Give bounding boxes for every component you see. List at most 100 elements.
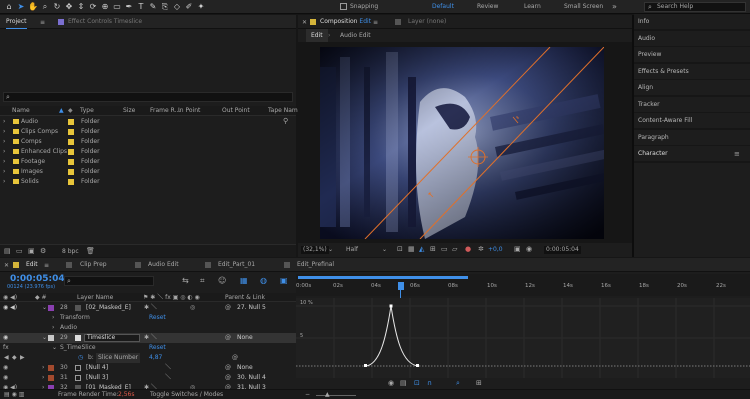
col-size[interactable]: Size — [123, 106, 135, 116]
property-row-transform[interactable]: › Transform Reset — [0, 313, 296, 323]
transform-box-icon[interactable]: ⊡ — [414, 379, 420, 387]
timeline-search-input[interactable]: ⌕ — [64, 276, 154, 286]
graph-type-icon[interactable]: ▤ — [400, 379, 407, 387]
graph-editor[interactable]: 10 % 5 — [296, 298, 750, 378]
subtab-audio-edit[interactable]: Audio Edit — [340, 29, 371, 42]
workspace-default[interactable]: Default — [432, 0, 454, 14]
toggle-switches-button[interactable]: Toggle Switches / Modes — [150, 391, 223, 398]
tab-audio-edit[interactable]: Audio Edit — [148, 258, 179, 272]
tab-clip-prep[interactable]: Clip Prep — [80, 258, 107, 272]
list-item[interactable]: › Audio Folder — [0, 117, 296, 127]
delete-icon[interactable]: 🗑 — [86, 247, 95, 255]
sidebar-item-info[interactable]: Info — [634, 14, 750, 30]
reset-link[interactable]: Reset — [149, 313, 166, 323]
workspace-small-screen[interactable]: Small Screen — [564, 0, 603, 14]
layer-name[interactable]: [Null 3] — [86, 373, 108, 383]
switch-icons[interactable]: ✱ ＼ — [144, 303, 157, 313]
sort-icon[interactable]: ▲ — [59, 106, 64, 116]
expand-icon[interactable]: › — [3, 127, 5, 137]
snap-icon[interactable]: ∩ — [427, 379, 432, 387]
transparency-grid-icon[interactable]: ▦ — [408, 245, 415, 253]
expand-icon[interactable]: › — [52, 323, 54, 333]
sidebar-item-tracker[interactable]: Tracker — [634, 97, 750, 113]
sidebar-item-content-aware-fill[interactable]: Content-Aware Fill — [634, 113, 750, 129]
pan-behind-tool-icon[interactable]: ⊕ — [100, 2, 110, 12]
expand-icon[interactable]: ⌄ — [42, 303, 47, 313]
timeline-timecode[interactable]: 0:00:05:04 — [10, 274, 65, 284]
col-layer-name[interactable]: Layer Name — [77, 293, 113, 302]
pan-tool-icon[interactable]: ✥ — [64, 2, 74, 12]
comp-timecode[interactable]: 0:00:05:04 — [544, 246, 581, 254]
puppet-tool-icon[interactable]: ✦ — [196, 2, 206, 12]
next-keyframe-icon[interactable]: ▶ — [20, 353, 25, 363]
bpc-label[interactable]: 8 bpc — [62, 248, 79, 255]
snapshot-icon[interactable]: ▣ — [514, 245, 521, 253]
dolly-tool-icon[interactable]: ⇕ — [76, 2, 86, 12]
channel-icon[interactable]: ● — [465, 245, 471, 253]
fx-icon[interactable]: fx — [3, 343, 9, 353]
fit-selection-icon[interactable]: ⌕ — [456, 379, 460, 388]
more-workspaces-icon[interactable]: » — [612, 0, 617, 14]
sidebar-item-paragraph[interactable]: Paragraph — [634, 130, 750, 146]
switch-icons[interactable]: ＼ — [165, 373, 171, 383]
frame-blending-icon[interactable]: ▦ — [240, 276, 248, 285]
pickwhip-icon[interactable]: @ — [225, 303, 231, 313]
work-area-bar[interactable] — [298, 276, 468, 279]
fit-all-icon[interactable]: ⊞ — [476, 379, 482, 387]
col-parent[interactable]: Parent & Link — [225, 293, 265, 302]
workspace-learn[interactable]: Learn — [524, 0, 541, 14]
pickwhip-icon[interactable]: @ — [225, 363, 231, 373]
tab-edit-part-01[interactable]: Edit_Part_01 — [218, 258, 255, 272]
hand-tool-icon[interactable]: ✋ — [28, 2, 38, 12]
col-tape-name[interactable]: Tape Nam — [268, 106, 298, 116]
zoom-out-icon[interactable]: − — [305, 391, 310, 398]
list-item[interactable]: › Images Folder — [0, 167, 296, 177]
panel-menu-icon[interactable]: ≡ — [40, 19, 45, 26]
expand-icon[interactable]: › — [3, 137, 5, 147]
draft-3d-icon[interactable]: ⌗ — [200, 276, 205, 286]
tab-edit[interactable]: Edit — [26, 258, 38, 272]
3d-view-icon[interactable]: ▱ — [452, 245, 457, 253]
search-help-input[interactable]: ⌕ Search Help — [644, 2, 746, 12]
expand-icon[interactable]: › — [3, 167, 5, 177]
grid-icon[interactable]: ⊞ — [430, 245, 436, 253]
list-item[interactable]: › Footage Folder — [0, 157, 296, 167]
sidebar-item-character[interactable]: Character — [634, 146, 750, 162]
panel-menu-icon[interactable]: ≡ — [734, 150, 740, 158]
tab-composition[interactable]: Composition Edit — [320, 15, 371, 29]
project-search-input[interactable]: ⌕ — [3, 92, 293, 102]
layer-name[interactable]: [Null 4] — [86, 363, 108, 373]
render-icons[interactable]: ▤ ◉ ▥ — [4, 391, 24, 398]
eye-icon[interactable]: ◉ — [388, 379, 394, 387]
sidebar-item-preview[interactable]: Preview — [634, 47, 750, 63]
snapping-checkbox[interactable] — [340, 3, 347, 10]
zoom-dropdown[interactable]: (32,1%) — [301, 246, 329, 254]
mask-path-icon[interactable]: ▭ — [441, 245, 448, 253]
col-in-point[interactable]: In Point — [178, 106, 200, 116]
region-of-interest-icon[interactable]: ⊡ — [397, 245, 403, 253]
shy-icon[interactable]: ☺ — [218, 276, 226, 285]
rotate-tool-icon[interactable]: ⟳ — [88, 2, 98, 12]
close-icon[interactable]: ✕ — [4, 262, 9, 269]
panel-menu-icon[interactable]: ≡ — [44, 262, 49, 269]
brush-tool-icon[interactable]: ✎ — [148, 2, 158, 12]
layer-row-28[interactable]: ◉ ◀) ⌄ 28 [02_Masked_E] ✱ ＼ ◎ @ 27. Null… — [0, 303, 296, 313]
reset-link[interactable]: Reset — [149, 343, 166, 353]
effect-row-timeslice[interactable]: fx ⌄ S_TimeSlice Reset — [0, 343, 296, 353]
rectangle-tool-icon[interactable]: ▭ — [112, 2, 122, 12]
layer-row-29[interactable]: ◉ ⌄ 29 Timeslice ✱ ＼ @ None — [0, 333, 296, 343]
layer-name[interactable]: [02_Masked_E] — [86, 303, 131, 313]
switch-icons[interactable]: ＼ — [165, 363, 171, 373]
pickwhip-icon[interactable]: @ — [232, 353, 238, 363]
graph-editor-icon[interactable]: ▣ — [280, 276, 288, 285]
exposure-value[interactable]: +0,0 — [488, 246, 503, 254]
visibility-icon[interactable]: ◉ — [3, 373, 8, 383]
layer-name-input[interactable]: Timeslice — [84, 334, 140, 342]
workspace-review[interactable]: Review — [477, 0, 498, 14]
eraser-tool-icon[interactable]: ◇ — [172, 2, 182, 12]
new-folder-icon[interactable]: ▭ — [16, 247, 23, 255]
col-frame-rate[interactable]: Frame R... — [150, 106, 180, 116]
parent-dropdown[interactable]: None — [237, 363, 253, 373]
visibility-icon[interactable]: ◉ ◀) — [3, 303, 17, 313]
visibility-icon[interactable]: ◉ — [3, 363, 8, 373]
